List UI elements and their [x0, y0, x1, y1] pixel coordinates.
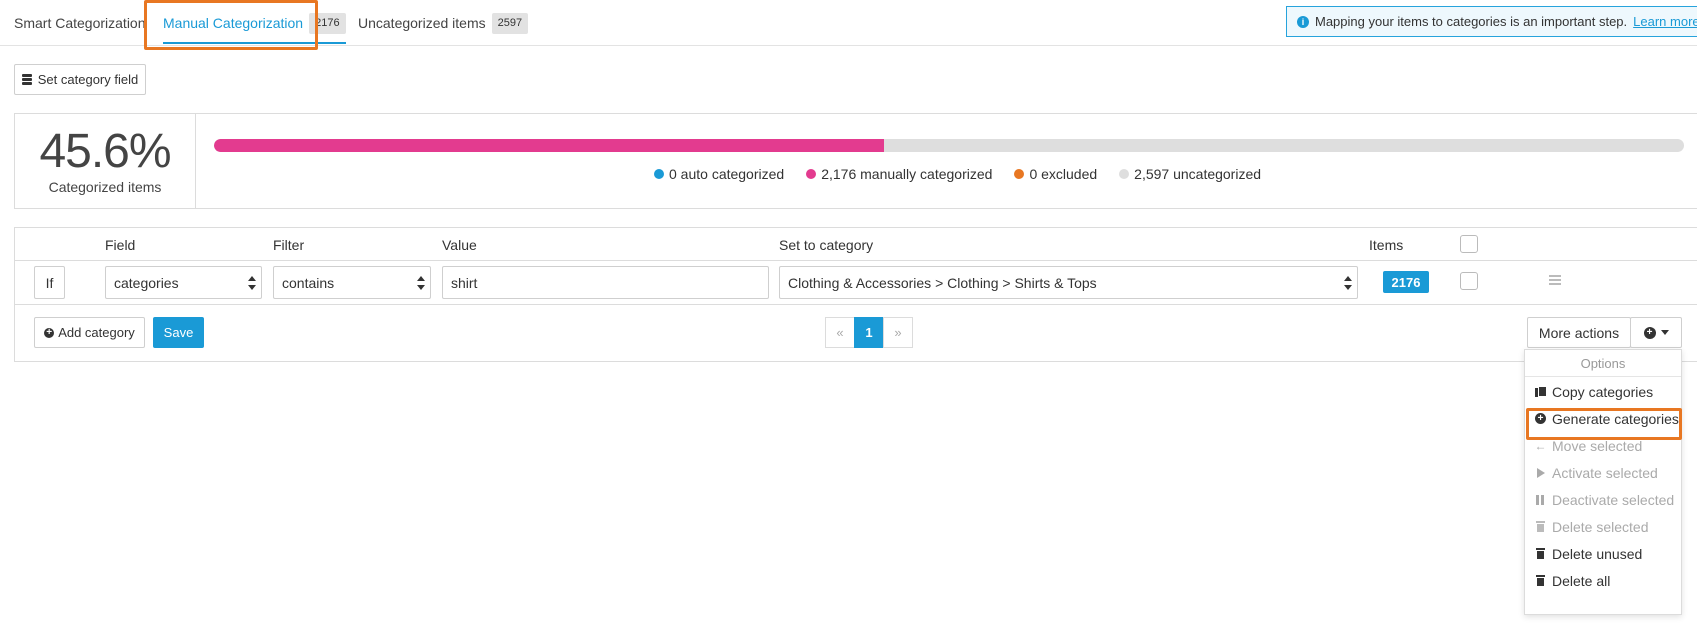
divider	[15, 304, 1697, 305]
arrow-left-icon: ←	[1534, 438, 1547, 453]
legend-text: 0 auto categorized	[669, 166, 785, 182]
categorization-progress-bar	[214, 139, 1684, 152]
legend-dot	[1014, 169, 1025, 179]
tab-label: Manual Categorization	[163, 15, 304, 31]
category-select-value: Clothing & Accessories > Clothing > Shir…	[788, 274, 1097, 291]
menu-item-label: Move selected	[1552, 437, 1643, 454]
menu-item-delete-selected: Delete selected	[1525, 513, 1681, 540]
add-category-button[interactable]: + Add category	[34, 317, 145, 348]
select-arrows-icon	[1344, 276, 1352, 290]
options-dropdown-toggle[interactable]: +	[1630, 317, 1682, 348]
filter-select-value: contains	[282, 274, 335, 291]
tab-count-badge: 2597	[491, 12, 529, 34]
tab-count-badge: 2176	[309, 12, 346, 34]
set-category-field-button[interactable]: Set category field	[14, 64, 146, 95]
menu-item-label: Deactivate selected	[1552, 491, 1675, 508]
progress-fill-manual	[214, 139, 885, 152]
active-tab-indicator	[163, 42, 346, 44]
select-all-checkbox[interactable]	[1460, 235, 1478, 253]
menu-item-move-selected: ← Move selected	[1525, 432, 1681, 459]
options-dropdown-menu: Options Copy categories + Generate categ…	[1524, 349, 1682, 615]
pagination-prev[interactable]: «	[825, 317, 855, 348]
value-input-text: shirt	[451, 274, 478, 291]
menu-item-generate-categories[interactable]: + Generate categories	[1525, 405, 1681, 432]
menu-item-activate-selected: Activate selected	[1525, 459, 1681, 486]
plus-circle-icon: +	[1643, 326, 1656, 339]
pagination: « 1 »	[825, 317, 913, 348]
tab-smart-categorization[interactable]: Smart Categorization	[14, 0, 146, 46]
button-label: Set category field	[37, 72, 139, 87]
header-items: Items	[1369, 236, 1404, 253]
legend-text: 2,176 manually categorized	[821, 166, 993, 182]
more-actions-button[interactable]: More actions	[1527, 317, 1631, 348]
caret-down-icon	[1660, 330, 1669, 335]
value-input[interactable]: shirt	[442, 266, 769, 299]
tab-label: Smart Categorization	[14, 15, 146, 31]
divider	[15, 260, 1697, 261]
legend-dot	[1119, 169, 1130, 179]
pagination-page-1[interactable]: 1	[854, 317, 884, 348]
tab-label: Uncategorized items	[358, 15, 486, 31]
info-banner: i Mapping your items to categories is an…	[1286, 6, 1697, 37]
learn-more-link[interactable]: Learn more.	[1633, 14, 1697, 29]
menu-item-deactivate-selected: Deactivate selected	[1525, 486, 1681, 513]
header-value: Value	[442, 236, 477, 253]
info-banner-text: Mapping your items to categories is an i…	[1315, 14, 1628, 29]
legend-uncategorized: 2,597 uncategorized	[1119, 166, 1261, 182]
plus-circle-icon: +	[44, 327, 55, 338]
dropdown-header: Options	[1525, 350, 1681, 377]
tab-manual-categorization[interactable]: Manual Categorization 2176	[163, 0, 346, 46]
legend-dot	[654, 169, 664, 179]
trash-icon	[1535, 521, 1546, 532]
select-arrows-icon	[248, 276, 256, 290]
legend-manually-categorized: 2,176 manually categorized	[806, 166, 992, 182]
header-filter: Filter	[273, 236, 305, 253]
menu-item-delete-unused[interactable]: Delete unused	[1525, 540, 1681, 567]
legend-text: 2,597 uncategorized	[1134, 166, 1262, 182]
categorized-percentage-box: 45.6% Categorized items	[15, 114, 196, 208]
trash-icon	[1535, 575, 1546, 586]
menu-item-label: Delete unused	[1552, 545, 1643, 562]
menu-item-label: Generate categories	[1552, 410, 1679, 427]
legend-excluded: 0 excluded	[1014, 166, 1097, 182]
categorization-summary: 45.6% Categorized items 0 auto categoriz…	[14, 113, 1697, 209]
menu-item-label: Copy categories	[1552, 383, 1654, 400]
plus-circle-icon: +	[1535, 413, 1546, 424]
legend-text: 0 excluded	[1029, 166, 1098, 182]
field-select[interactable]: categories	[105, 266, 262, 299]
legend-dot	[806, 169, 817, 179]
menu-item-delete-all[interactable]: Delete all	[1525, 567, 1681, 594]
categorized-label: Categorized items	[48, 179, 162, 195]
category-rules-table: Field Filter Value Set to category Items…	[14, 227, 1697, 362]
menu-item-label: Activate selected	[1552, 464, 1658, 481]
field-select-value: categories	[114, 274, 179, 291]
trash-icon	[1535, 548, 1546, 559]
menu-item-copy-categories[interactable]: Copy categories	[1525, 378, 1681, 405]
filter-select[interactable]: contains	[273, 266, 431, 299]
info-icon: i	[1297, 15, 1309, 28]
drag-handle-icon[interactable]	[1549, 275, 1561, 285]
legend-auto-categorized: 0 auto categorized	[654, 166, 784, 182]
progress-legend: 0 auto categorized 2,176 manually catego…	[654, 166, 1283, 182]
categorized-percentage: 45.6%	[39, 125, 171, 178]
copy-icon	[1535, 386, 1547, 397]
tab-uncategorized-items[interactable]: Uncategorized items 2597	[358, 0, 529, 46]
condition-if-box[interactable]: If	[34, 266, 65, 299]
play-icon	[1535, 467, 1546, 478]
header-field: Field	[105, 236, 136, 253]
database-icon	[21, 74, 32, 85]
select-arrows-icon	[417, 276, 425, 290]
menu-item-label: Delete selected	[1552, 518, 1649, 535]
menu-item-label: Delete all	[1552, 572, 1611, 589]
items-count-badge[interactable]: 2176	[1383, 271, 1429, 293]
pause-icon	[1535, 494, 1546, 505]
header-set-to-category: Set to category	[779, 236, 874, 253]
save-button[interactable]: Save	[153, 317, 204, 348]
row-select-checkbox[interactable]	[1460, 272, 1478, 290]
pagination-next[interactable]: »	[883, 317, 913, 348]
category-select[interactable]: Clothing & Accessories > Clothing > Shir…	[779, 266, 1358, 299]
button-label: Add category	[58, 325, 135, 340]
